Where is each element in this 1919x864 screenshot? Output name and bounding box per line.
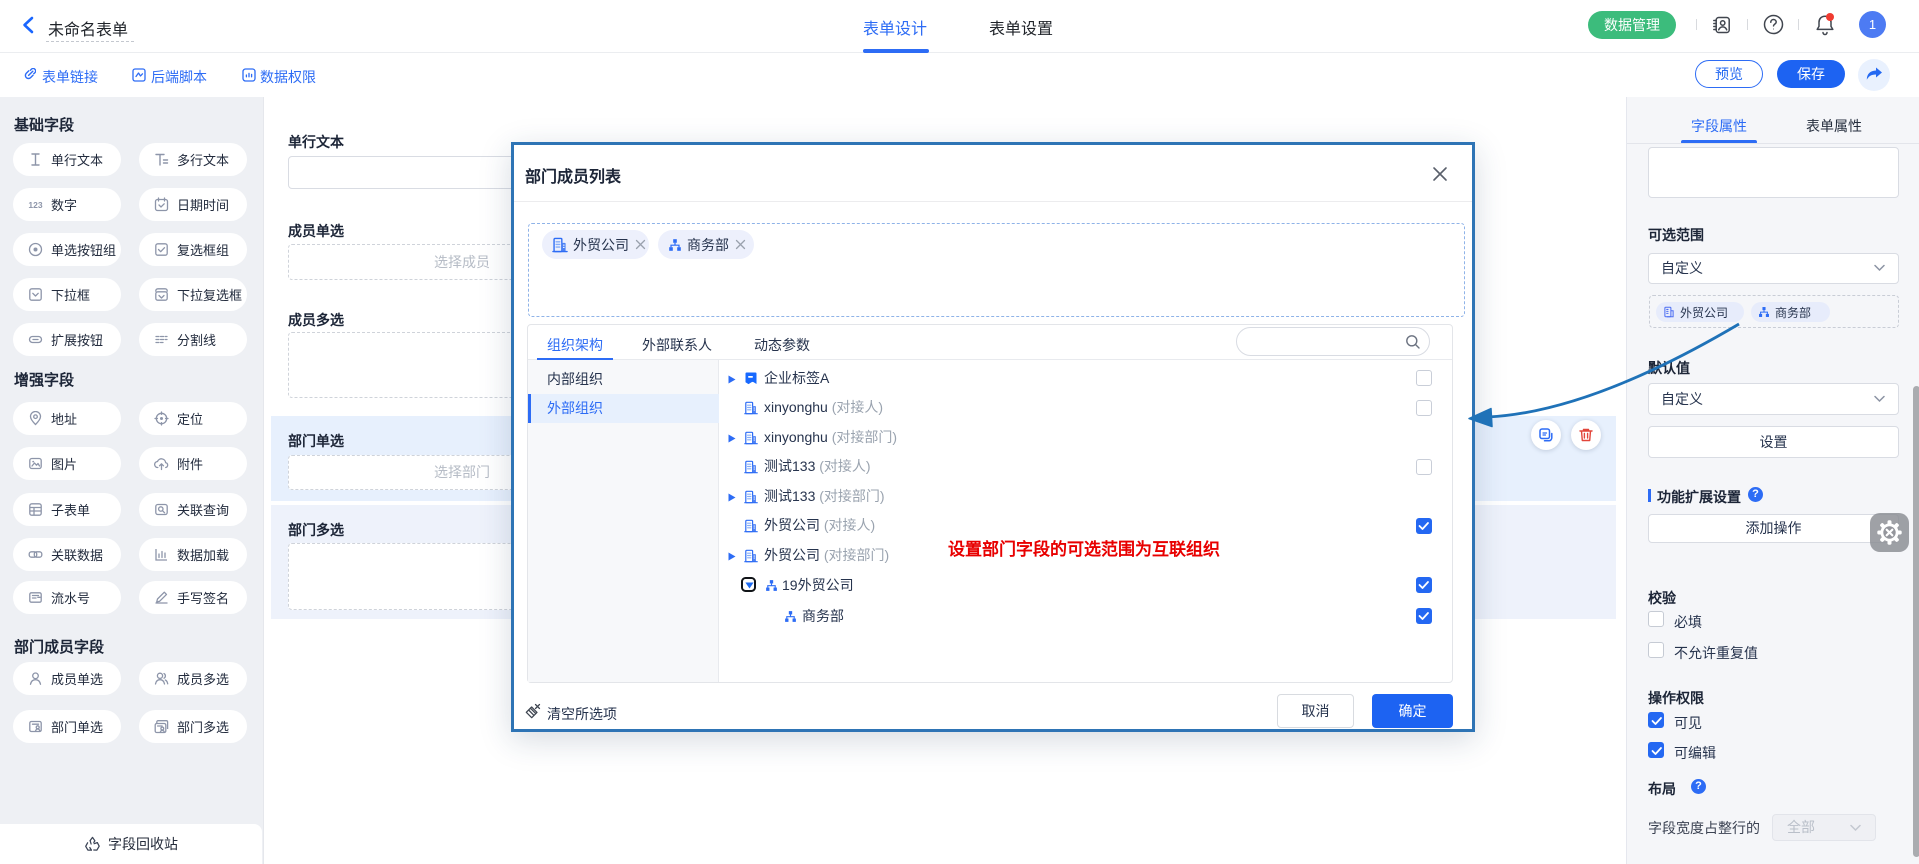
svg-text:123: 123 [28, 200, 42, 210]
